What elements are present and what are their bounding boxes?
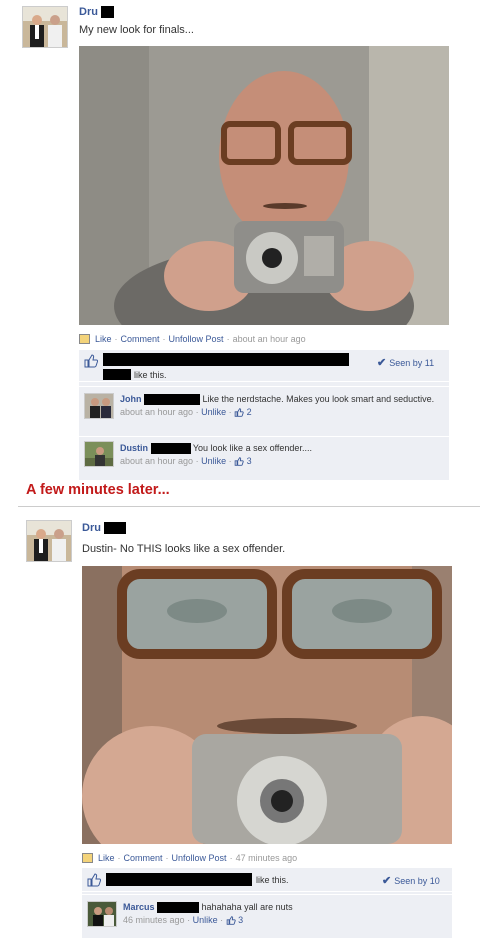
redaction-bar [106, 873, 252, 886]
thumbs-up-icon [84, 354, 98, 368]
commenter-name[interactable]: Marcus [123, 902, 155, 912]
comment-like-count[interactable]: 2 [247, 407, 252, 417]
comment-body: Dustin You look like a sex offender.... … [120, 442, 445, 466]
unfollow-link[interactable]: Unfollow Post [172, 853, 227, 863]
separator: · [187, 915, 191, 926]
redaction-bar [104, 522, 127, 535]
comment-text: hahahaha yall are nuts [201, 902, 293, 912]
seen-by[interactable]: ✔ Seen by 10 [382, 874, 440, 887]
divider [18, 506, 480, 507]
separator: · [195, 456, 199, 467]
author-name[interactable]: Dru [82, 522, 127, 535]
thumbs-up-icon [87, 873, 101, 887]
unlike-link[interactable]: Unlike [201, 456, 226, 466]
commenter-avatar[interactable] [87, 901, 117, 927]
feedback-box: like this. ✔ Seen by 11 John Like the ne… [79, 350, 449, 480]
post-timestamp[interactable]: about an hour ago [233, 334, 306, 344]
caption-headline: A few minutes later... [26, 482, 170, 498]
unlike-link[interactable]: Unlike [201, 407, 226, 417]
post-photo[interactable] [82, 566, 452, 844]
comment-like-count[interactable]: 3 [247, 456, 252, 466]
post-2: Dru Dustin- No THIS looks like a sex off… [0, 512, 498, 952]
comment-body: Marcus hahahaha yall are nuts 46 minutes… [123, 901, 448, 925]
comment-item: Marcus hahahaha yall are nuts 46 minutes… [82, 894, 452, 936]
thumbs-up-icon [234, 408, 244, 418]
post-timestamp[interactable]: 47 minutes ago [236, 853, 298, 863]
status-text: Dustin- No THIS looks like a sex offende… [82, 543, 286, 555]
comment-time[interactable]: about an hour ago [120, 456, 193, 466]
redaction-bar [101, 6, 115, 19]
commenter-avatar[interactable] [84, 441, 114, 467]
redaction-bar [157, 902, 200, 914]
mobile-upload-icon [82, 853, 93, 863]
redaction-bar [150, 443, 191, 455]
post-photo[interactable] [79, 46, 449, 325]
seen-by-label: Seen by 11 [389, 357, 435, 368]
comment-meta: about an hour ago · Unlike · 3 [120, 456, 445, 466]
commenter-name[interactable]: Dustin [120, 443, 148, 453]
seen-by[interactable]: ✔ Seen by 11 [377, 356, 434, 369]
separator: · [226, 334, 230, 344]
comment-meta: about an hour ago · Unlike · 2 [120, 407, 445, 417]
separator: · [114, 334, 118, 344]
unlike-link[interactable]: Unlike [193, 915, 218, 925]
like-bar: like this. ✔ Seen by 11 [79, 350, 449, 382]
comment-link[interactable]: Comment [121, 334, 160, 344]
commenter-name[interactable]: John [120, 394, 142, 404]
comment-item: Dustin You look like a sex offender.... … [79, 436, 449, 476]
thumbs-up-icon [234, 457, 244, 467]
comment-body: John Like the nerdstache. Makes you look… [120, 393, 445, 417]
post-actions: Like · Comment · Unfollow Post · about a… [79, 334, 306, 344]
mobile-upload-icon [79, 334, 90, 344]
comment-time[interactable]: about an hour ago [120, 407, 193, 417]
unfollow-link[interactable]: Unfollow Post [169, 334, 224, 344]
separator: · [229, 853, 233, 863]
separator: · [228, 407, 232, 418]
like-link[interactable]: Like [98, 853, 115, 863]
thumbs-up-icon [226, 916, 236, 926]
comment-time[interactable]: 46 minutes ago [123, 915, 185, 925]
redaction-bar [103, 353, 349, 366]
checkmark-icon: ✔ [382, 875, 392, 887]
likes-text: like this. [256, 875, 289, 885]
comment-text: Like the nerdstache. Makes you look smar… [202, 394, 435, 404]
author-avatar[interactable] [22, 6, 68, 48]
comment-link[interactable]: Comment [124, 853, 163, 863]
post-1: Dru My new look for finals... Like · Com… [0, 0, 498, 480]
separator: · [162, 334, 166, 344]
author-avatar[interactable] [26, 520, 72, 562]
separator: · [165, 853, 169, 863]
like-bar: like this. ✔ Seen by 10 [82, 868, 452, 892]
comment-like-count[interactable]: 3 [238, 915, 243, 925]
commenter-avatar[interactable] [84, 393, 114, 419]
seen-by-label: Seen by 10 [394, 875, 440, 886]
likes-text: like this. [134, 370, 167, 380]
separator: · [117, 853, 121, 863]
separator: · [195, 407, 199, 418]
redaction-bar [103, 369, 131, 380]
comment-item: John Like the nerdstache. Makes you look… [79, 386, 449, 434]
post-actions: Like · Comment · Unfollow Post · 47 minu… [82, 853, 297, 863]
redaction-bar [144, 394, 201, 406]
feedback-box: like this. ✔ Seen by 10 Marcus hahahaha … [82, 868, 452, 938]
separator: · [220, 915, 224, 926]
checkmark-icon: ✔ [377, 357, 387, 369]
comment-meta: 46 minutes ago · Unlike · 3 [123, 915, 448, 925]
comment-text: You look like a sex offender.... [192, 443, 312, 453]
separator: · [228, 456, 232, 467]
author-name[interactable]: Dru [79, 6, 115, 19]
like-link[interactable]: Like [95, 334, 112, 344]
status-text: My new look for finals... [79, 24, 194, 36]
